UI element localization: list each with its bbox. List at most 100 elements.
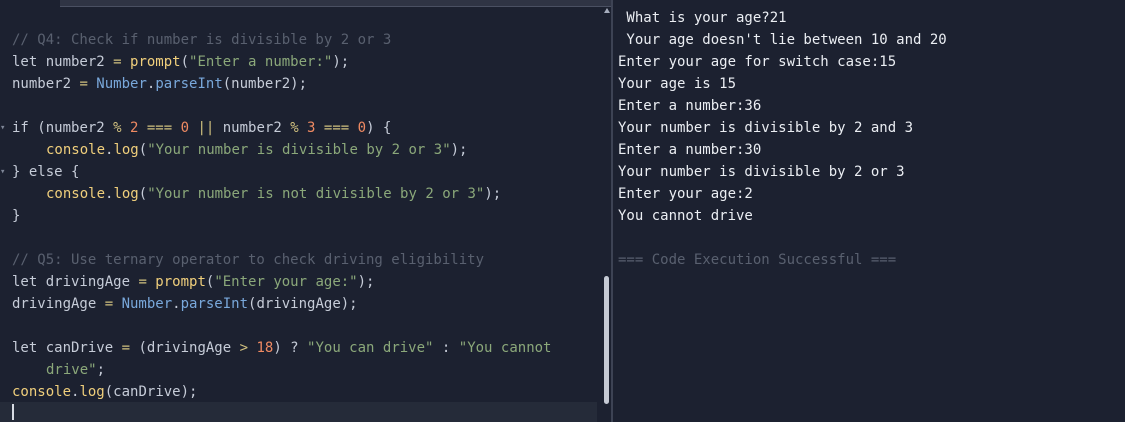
code-token: console [46, 186, 106, 202]
code-line[interactable]: ​ [12, 227, 551, 249]
code-token: ) { [366, 120, 392, 136]
text-caret [12, 404, 14, 420]
code-line[interactable]: let number2 = prompt("Enter a number:"); [12, 51, 551, 73]
code-token: (drivingAge); [248, 296, 358, 312]
code-token: = [79, 76, 97, 92]
code-token: "You can drive" [307, 340, 434, 356]
code-token: Number [121, 296, 173, 312]
code-token: || [197, 120, 223, 136]
code-token: Number [96, 76, 147, 92]
code-token: prompt [155, 274, 206, 290]
output-line: Enter a number:36 [618, 98, 762, 114]
code-line[interactable]: } [12, 205, 551, 227]
code-token: ; [96, 362, 106, 378]
output-line: Your number is divisible by 2 or 3 [618, 164, 905, 180]
code-line[interactable]: console.log(canDrive); [12, 381, 551, 403]
code-line[interactable]: // Q4: Check if number is divisible by 2… [12, 29, 551, 51]
output-line: Enter a number:30 [618, 142, 762, 158]
code-line[interactable]: ​ [12, 95, 551, 117]
code-token: let [12, 340, 46, 356]
code-token: drivingAge [45, 274, 139, 290]
code-token: 2 [130, 120, 147, 136]
code-line[interactable]: // Q5: Use ternary operator to check dri… [12, 249, 551, 271]
code-token: ( [138, 186, 148, 202]
code-token: console [12, 384, 72, 400]
code-token: // Q4: Check if number is divisible by 2… [12, 32, 392, 48]
code-line[interactable]: let canDrive = (drivingAge > 18) ? "You … [12, 337, 551, 359]
code-token: 0 [357, 120, 367, 136]
code-token: // Q5: Use ternary operator to check dri… [12, 252, 485, 268]
code-token: log [113, 186, 139, 202]
code-token: (number2); [222, 76, 308, 92]
code-token: ) ? [273, 340, 308, 356]
code-line[interactable]: drive"; [12, 359, 551, 381]
output-line: What is your age?21 [618, 10, 787, 26]
code-token: = [121, 340, 139, 356]
code-token: ); [450, 142, 468, 158]
code-token: number2 [12, 76, 80, 92]
code-token: (drivingAge [138, 340, 240, 356]
fold-arrow-icon[interactable]: ▾ [0, 117, 10, 139]
code-line[interactable]: console.log("Your number is not divisibl… [12, 183, 551, 205]
code-token: ); [484, 186, 502, 202]
code-token: = [138, 274, 156, 290]
code-token: let [12, 54, 46, 70]
output-line: Your number is divisible by 2 and 3 [618, 120, 914, 136]
code-editor[interactable]: // Q4: Check if number is divisible by 2… [0, 0, 612, 422]
code-token: "You cannot [458, 340, 552, 356]
output-line: Your age doesn't lie between 10 and 20 [618, 32, 947, 48]
code-token: } [12, 208, 21, 224]
code-token: "Enter a number:" [189, 54, 333, 70]
code-token: parseInt [180, 296, 249, 312]
code-token: log [113, 142, 139, 158]
code-token: drivingAge [12, 296, 105, 312]
code-token: 0 [180, 120, 198, 136]
code-token: 3 [307, 120, 324, 136]
code-token: number2 [222, 120, 291, 136]
code-line[interactable]: ​ [12, 315, 551, 337]
code-token: "Enter your age:" [214, 274, 358, 290]
code-token: > [239, 340, 257, 356]
code-token: ); [332, 54, 350, 70]
scrollbar-thumb[interactable] [604, 276, 609, 404]
app-window: // Q4: Check if number is divisible by 2… [0, 0, 1125, 422]
output-console: What is your age?21 Your age doesn't lie… [613, 0, 1125, 422]
output-line: Enter your age:2 [618, 186, 753, 202]
code-token: console [46, 142, 106, 158]
code-token: ); [357, 274, 375, 290]
code-token: = [104, 296, 122, 312]
code-token: : [433, 340, 459, 356]
code-token: if [12, 120, 38, 136]
code-token: 18 [256, 340, 274, 356]
code-content[interactable]: // Q4: Check if number is divisible by 2… [0, 29, 551, 403]
fold-arrow-icon[interactable]: ▾ [0, 161, 10, 183]
code-token: } else { [12, 164, 80, 180]
code-line[interactable]: ▾ if (number2 % 2 === 0 || number2 % 3 ==… [0, 117, 551, 139]
code-token: ( [138, 142, 148, 158]
code-token: number2 [45, 54, 114, 70]
code-token: = [113, 54, 131, 70]
code-token: % [113, 120, 131, 136]
code-token: (number2 [37, 120, 114, 136]
code-line[interactable]: let drivingAge = prompt("Enter your age:… [12, 271, 551, 293]
output-line: Your age is 15 [618, 76, 737, 92]
code-token: prompt [130, 54, 181, 70]
code-token: log [79, 384, 105, 400]
code-token: ( [180, 54, 190, 70]
execution-status: === Code Execution Successful === [618, 252, 897, 268]
code-line[interactable]: console.log("Your number is divisible by… [12, 139, 551, 161]
code-line[interactable]: number2 = Number.parseInt(number2); [12, 73, 551, 95]
code-line[interactable]: drivingAge = Number.parseInt(drivingAge)… [12, 293, 551, 315]
output-line: You cannot drive [618, 208, 753, 224]
code-line[interactable]: ▾} else { [0, 161, 551, 183]
current-line-highlight [0, 402, 597, 422]
output-line: Enter your age for switch case:15 [618, 54, 897, 70]
scroll-up-arrow-icon[interactable] [604, 8, 610, 13]
output-lines: What is your age?21 Your age doesn't lie… [618, 7, 947, 271]
code-token: === [323, 120, 358, 136]
code-token: % [290, 120, 308, 136]
code-token: canDrive [45, 340, 122, 356]
code-token: let [12, 274, 46, 290]
code-token: . [172, 296, 181, 312]
code-token: "Your number is divisible by 2 or 3" [147, 142, 451, 158]
